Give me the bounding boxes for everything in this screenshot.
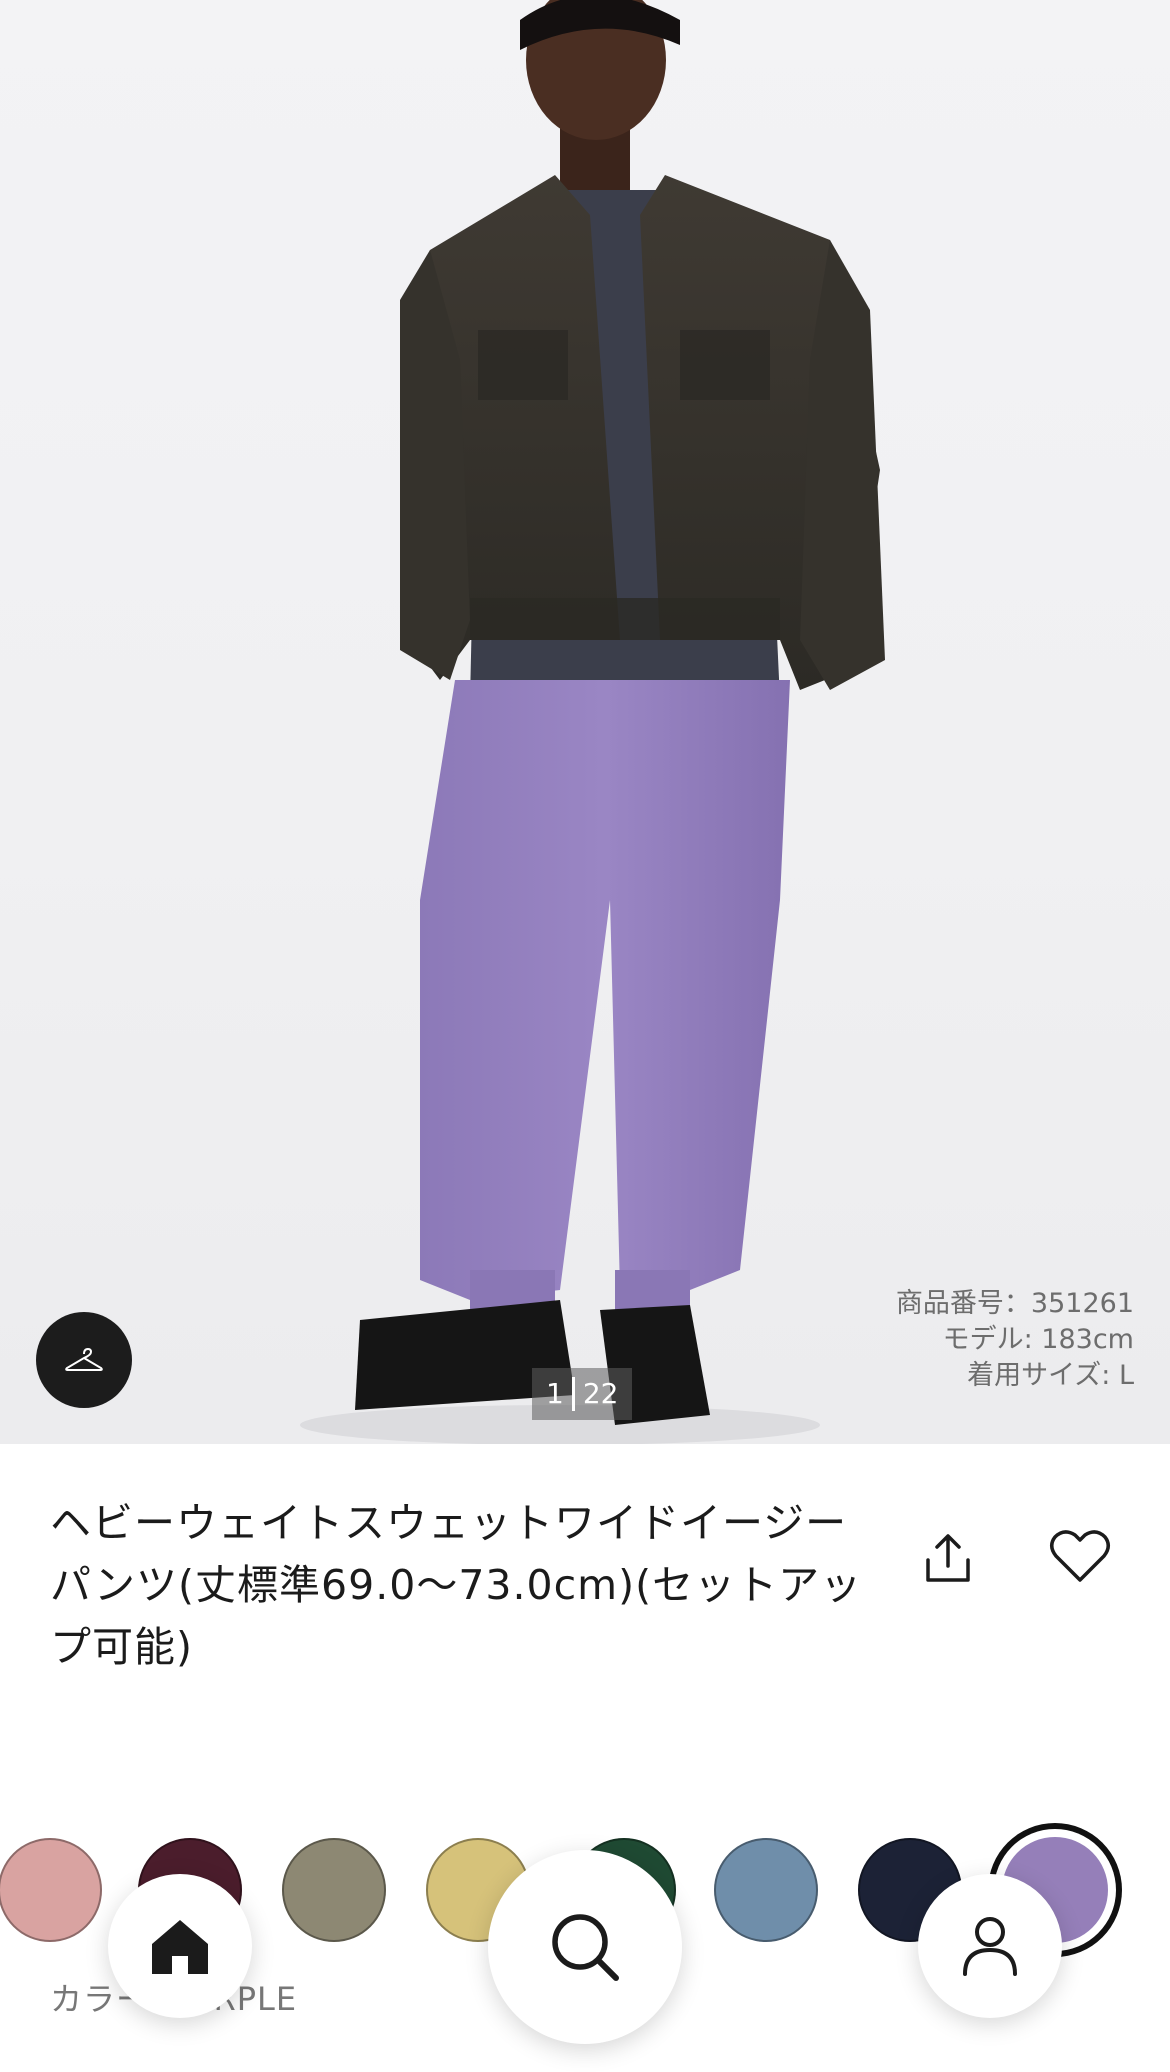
share-icon xyxy=(926,1534,970,1582)
share-button[interactable] xyxy=(918,1528,978,1588)
swatch-pink[interactable] xyxy=(0,1838,102,1942)
user-icon xyxy=(963,1917,1017,1976)
nav-account-button[interactable] xyxy=(918,1874,1062,2018)
product-title: ヘビーウェイトスウェットワイドイージーパンツ(丈標準69.0〜73.0cm)(セ… xyxy=(50,1499,863,1671)
swatch-olive[interactable] xyxy=(282,1838,386,1942)
styling-button[interactable] xyxy=(36,1312,132,1408)
model-height: モデル: 183cm xyxy=(942,1324,1134,1355)
product-photo xyxy=(300,0,885,1444)
swatch-blue[interactable] xyxy=(714,1838,818,1942)
product-image-carousel[interactable]: 商品番号：351261 モデル: 183cm 着用サイズ: L 1 22 xyxy=(0,0,1170,1444)
image-counter: 1 22 xyxy=(532,1368,633,1420)
nav-search-button[interactable] xyxy=(488,1850,682,2044)
hanger-icon xyxy=(65,1347,103,1371)
home-icon xyxy=(152,1920,208,1974)
wear-size: 着用サイズ: L xyxy=(967,1360,1134,1391)
favorite-button[interactable] xyxy=(1048,1526,1112,1586)
nav-home-button[interactable] xyxy=(108,1874,252,2018)
search-icon xyxy=(552,1914,619,1981)
product-meta: 商品番号：351261 モデル: 183cm 着用サイズ: L xyxy=(896,1286,1134,1394)
counter-total: 22 xyxy=(582,1377,619,1410)
heart-icon xyxy=(1050,1530,1110,1582)
product-number: 商品番号：351261 xyxy=(895,1288,1134,1319)
counter-current: 1 xyxy=(546,1377,564,1410)
counter-divider xyxy=(571,1377,575,1411)
